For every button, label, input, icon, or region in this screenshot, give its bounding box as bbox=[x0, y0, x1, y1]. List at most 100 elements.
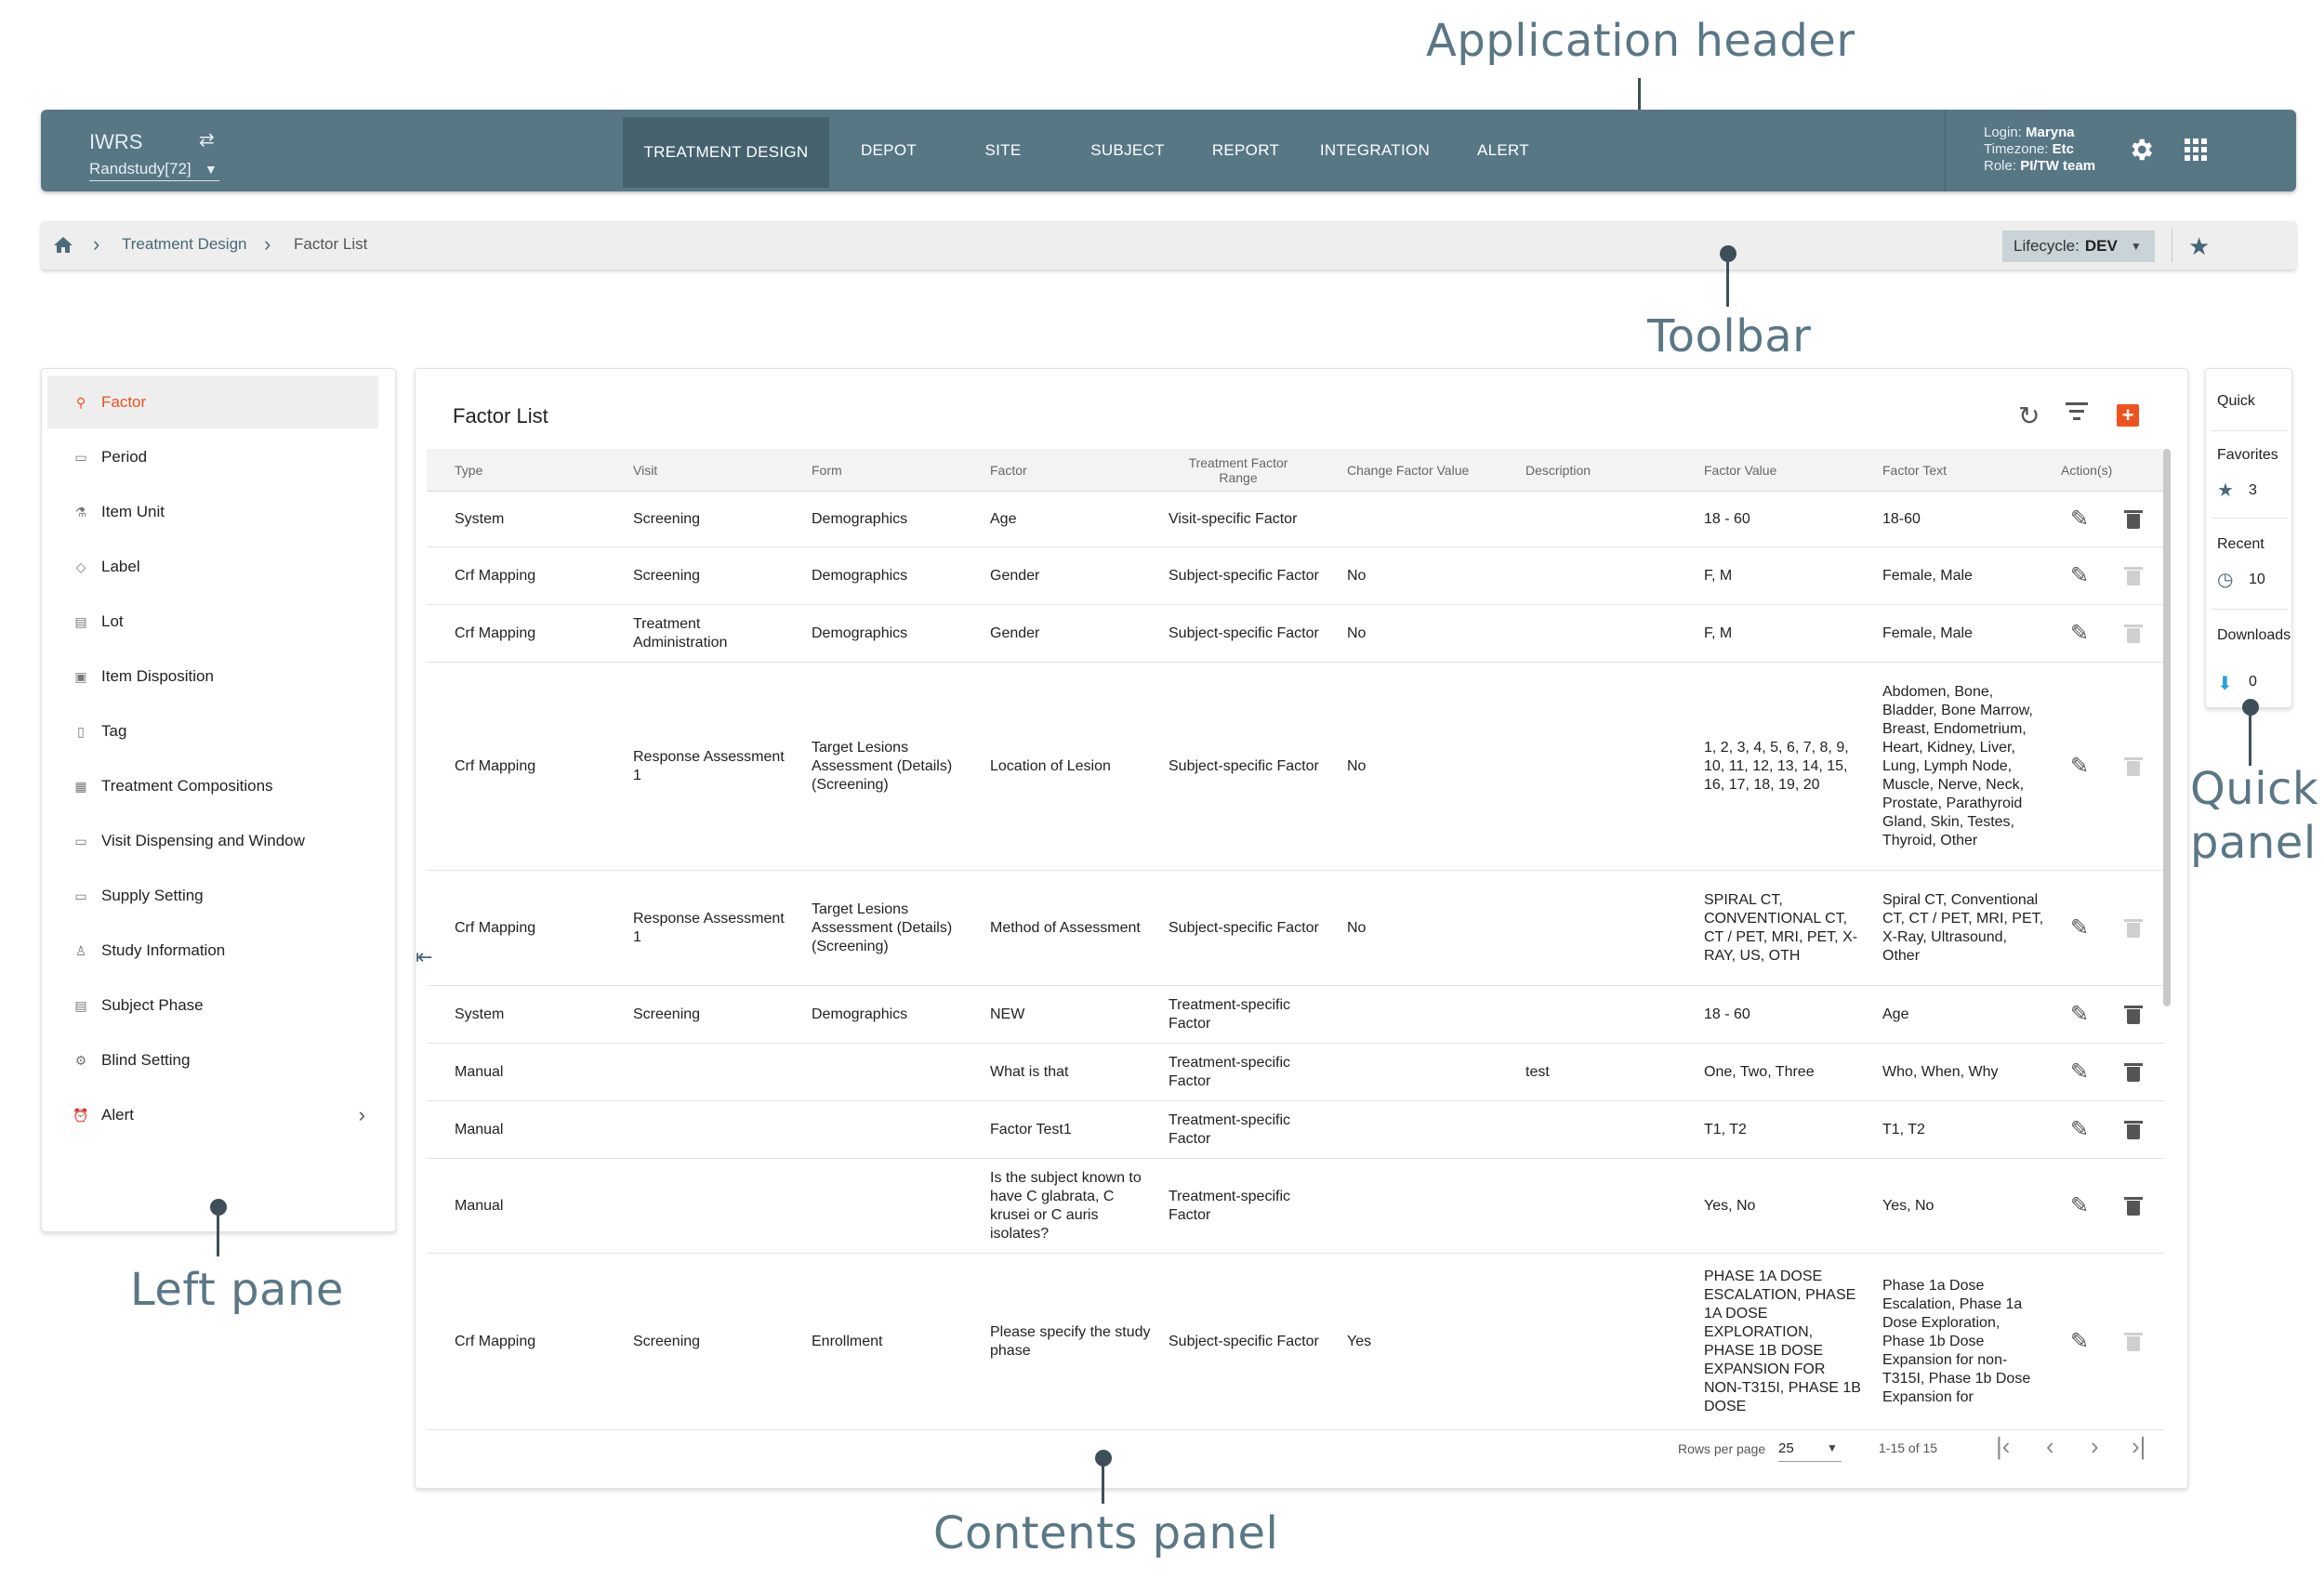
cell-visit-text: Treatment Administration bbox=[633, 615, 728, 651]
lifecycle-select[interactable]: Lifecycle: DEV ▼ bbox=[2002, 230, 2155, 262]
nav-treatment-design[interactable]: TREATMENT DESIGN bbox=[623, 117, 829, 188]
table-row[interactable]: Crf Mapping Screening Demographics Gender Su… bbox=[427, 547, 2165, 605]
nav-report[interactable]: REPORT bbox=[1199, 110, 1292, 191]
nav-supply-setting[interactable]: ▭ Supply Setting bbox=[47, 870, 378, 922]
chevron-down-icon[interactable]: ▼ bbox=[205, 162, 218, 177]
nav-tag[interactable]: ▯ Tag bbox=[47, 705, 378, 757]
nav-label: Item Unit bbox=[101, 503, 165, 520]
download-icon[interactable]: ⬇ bbox=[2217, 672, 2233, 695]
delete-icon bbox=[2124, 1196, 2143, 1216]
delete-button[interactable] bbox=[2124, 986, 2143, 1043]
cell-change: No bbox=[1347, 547, 1505, 604]
study-selector[interactable]: Randstudy[72] bbox=[89, 160, 219, 181]
nav-alert[interactable]: ALERT bbox=[1461, 110, 1545, 191]
nav-item-unit[interactable]: ⚗ Item Unit bbox=[47, 486, 378, 538]
nav-label-item[interactable]: ◇ Label bbox=[47, 541, 378, 593]
delete-button[interactable] bbox=[2124, 1159, 2143, 1253]
edit-button[interactable]: ✎ bbox=[2070, 1044, 2089, 1100]
table-row[interactable]: System Screening Demographics Age Visit-spec… bbox=[427, 492, 2165, 547]
edit-button[interactable]: ✎ bbox=[2070, 547, 2089, 604]
cell-value-text: SPIRAL CT, CONVENTIONAL CT, CT / PET, MR… bbox=[1704, 891, 1858, 964]
edit-button[interactable]: ✎ bbox=[2070, 1101, 2089, 1158]
edit-button[interactable]: ✎ bbox=[2070, 871, 2089, 985]
nav-site[interactable]: SITE bbox=[961, 110, 1045, 191]
col-type[interactable]: Type bbox=[455, 449, 482, 492]
previous-page-icon[interactable]: ‹ bbox=[2046, 1432, 2054, 1461]
filter-icon[interactable] bbox=[2065, 402, 2089, 425]
col-factor[interactable]: Factor bbox=[990, 449, 1027, 492]
edit-button[interactable]: ✎ bbox=[2070, 986, 2089, 1043]
nav-subject[interactable]: SUBJECT bbox=[1076, 110, 1179, 191]
edit-button[interactable]: ✎ bbox=[2070, 492, 2089, 546]
add-icon[interactable]: + bbox=[2117, 404, 2139, 427]
table-row[interactable]: Crf Mapping Screening Enrollment Please spe… bbox=[427, 1254, 2165, 1430]
callout-quick-line1: Quick bbox=[2190, 763, 2319, 815]
cell-factor: What is that bbox=[990, 1044, 1154, 1100]
edit-button[interactable]: ✎ bbox=[2070, 1254, 2089, 1429]
nav-label: Study Information bbox=[101, 941, 226, 959]
visit-dispensing-icon: ▭ bbox=[74, 833, 87, 848]
edit-button[interactable]: ✎ bbox=[2070, 1159, 2089, 1253]
table-row[interactable]: Crf Mapping Treatment Administration Demog… bbox=[427, 605, 2165, 663]
breadcrumb-treatment-design[interactable]: Treatment Design bbox=[122, 235, 246, 254]
table-row[interactable]: System Screening Demographics NEW Treatment-… bbox=[427, 986, 2165, 1044]
table-scrollbar[interactable] bbox=[2163, 449, 2171, 1006]
nav-blind-setting[interactable]: ⚙ Blind Setting bbox=[47, 1034, 378, 1086]
table-row[interactable]: Manual Is the subject known to have C gla… bbox=[427, 1159, 2165, 1254]
nav-subject-phase[interactable]: ▤ Subject Phase bbox=[47, 980, 378, 1032]
next-page-icon[interactable]: › bbox=[2091, 1432, 2099, 1461]
col-factor-value[interactable]: Factor Value bbox=[1704, 449, 1776, 492]
nav-alert-item[interactable]: ⏰ Alert › bbox=[47, 1089, 378, 1141]
nav-item-disposition[interactable]: ▣ Item Disposition bbox=[47, 651, 378, 703]
table-row[interactable]: Manual Factor Test1 Treatment-specific Fac… bbox=[427, 1101, 2165, 1159]
cell-range: Subject-specific Factor bbox=[1169, 605, 1332, 662]
star-icon[interactable]: ★ bbox=[2188, 232, 2210, 261]
chevron-down-icon[interactable]: ▼ bbox=[1827, 1441, 1838, 1454]
favorites-label[interactable]: Favorites bbox=[2217, 447, 2278, 464]
table-row[interactable]: Crf Mapping Response Assessment 1 Target L… bbox=[427, 663, 2165, 871]
cell-text-text: T1, T2 bbox=[1882, 1121, 1925, 1137]
cell-type-text: Crf Mapping bbox=[455, 567, 536, 584]
edit-button[interactable]: ✎ bbox=[2070, 605, 2089, 662]
cell-factor-text: Method of Assessment bbox=[990, 919, 1141, 936]
nav-visit-dispensing[interactable]: ▭ Visit Dispensing and Window bbox=[47, 815, 378, 867]
col-factor-text[interactable]: Factor Text bbox=[1882, 449, 1947, 492]
cell-type-text: System bbox=[455, 1006, 505, 1022]
nav-lot[interactable]: ▤ Lot bbox=[47, 596, 378, 648]
col-treatment-factor-range[interactable]: Treatment Factor Range bbox=[1169, 449, 1308, 492]
recent-label[interactable]: Recent bbox=[2217, 536, 2265, 553]
nav-label: Subject Phase bbox=[101, 996, 204, 1014]
edit-button[interactable]: ✎ bbox=[2070, 663, 2089, 870]
col-change-factor-value[interactable]: Change Factor Value bbox=[1347, 449, 1469, 492]
refresh-icon[interactable]: ↻ bbox=[2018, 401, 2040, 431]
nav-integration[interactable]: INTEGRATION bbox=[1314, 110, 1435, 191]
apps-grid-icon[interactable] bbox=[2185, 138, 2207, 161]
star-icon[interactable]: ★ bbox=[2217, 479, 2234, 502]
delete-button[interactable] bbox=[2124, 1101, 2143, 1158]
col-visit[interactable]: Visit bbox=[633, 449, 657, 492]
clock-icon[interactable]: ◷ bbox=[2217, 568, 2233, 591]
cell-type-text: Manual bbox=[455, 1197, 504, 1214]
first-page-icon[interactable]: |‹ bbox=[1996, 1432, 2010, 1461]
nav-depot[interactable]: DEPOT bbox=[842, 110, 935, 191]
cell-range-text: Subject-specific Factor bbox=[1169, 919, 1319, 936]
cell-text-text: Phase 1a Dose Escalation, Phase 1a Dose … bbox=[1882, 1277, 2031, 1405]
swap-icon[interactable]: ⇄ bbox=[199, 128, 215, 151]
delete-button[interactable] bbox=[2124, 1044, 2143, 1100]
col-form[interactable]: Form bbox=[812, 449, 842, 492]
delete-button[interactable] bbox=[2124, 492, 2143, 546]
nav-treatment-compositions[interactable]: ▦ Treatment Compositions bbox=[47, 760, 378, 812]
downloads-label[interactable]: Downloads bbox=[2217, 627, 2291, 644]
nav-factor[interactable]: ⚲ Factor bbox=[47, 376, 378, 428]
last-page-icon[interactable]: ›| bbox=[2132, 1432, 2146, 1461]
nav-period[interactable]: ▭ Period bbox=[47, 431, 378, 483]
supply-setting-icon: ▭ bbox=[74, 888, 87, 903]
table-row[interactable]: Manual What is that Treatment-specific Fac… bbox=[427, 1044, 2165, 1101]
nav-study-information[interactable]: ♙ Study Information bbox=[47, 925, 378, 977]
col-description[interactable]: Description bbox=[1525, 449, 1591, 492]
settings-icon[interactable] bbox=[2127, 136, 2155, 164]
lifecycle-value: DEV bbox=[2084, 237, 2118, 255]
cell-visit-text: Screening bbox=[633, 1333, 701, 1349]
table-row[interactable]: Crf Mapping Response Assessment 1 Target L… bbox=[427, 871, 2165, 986]
home-icon[interactable] bbox=[52, 234, 74, 256]
